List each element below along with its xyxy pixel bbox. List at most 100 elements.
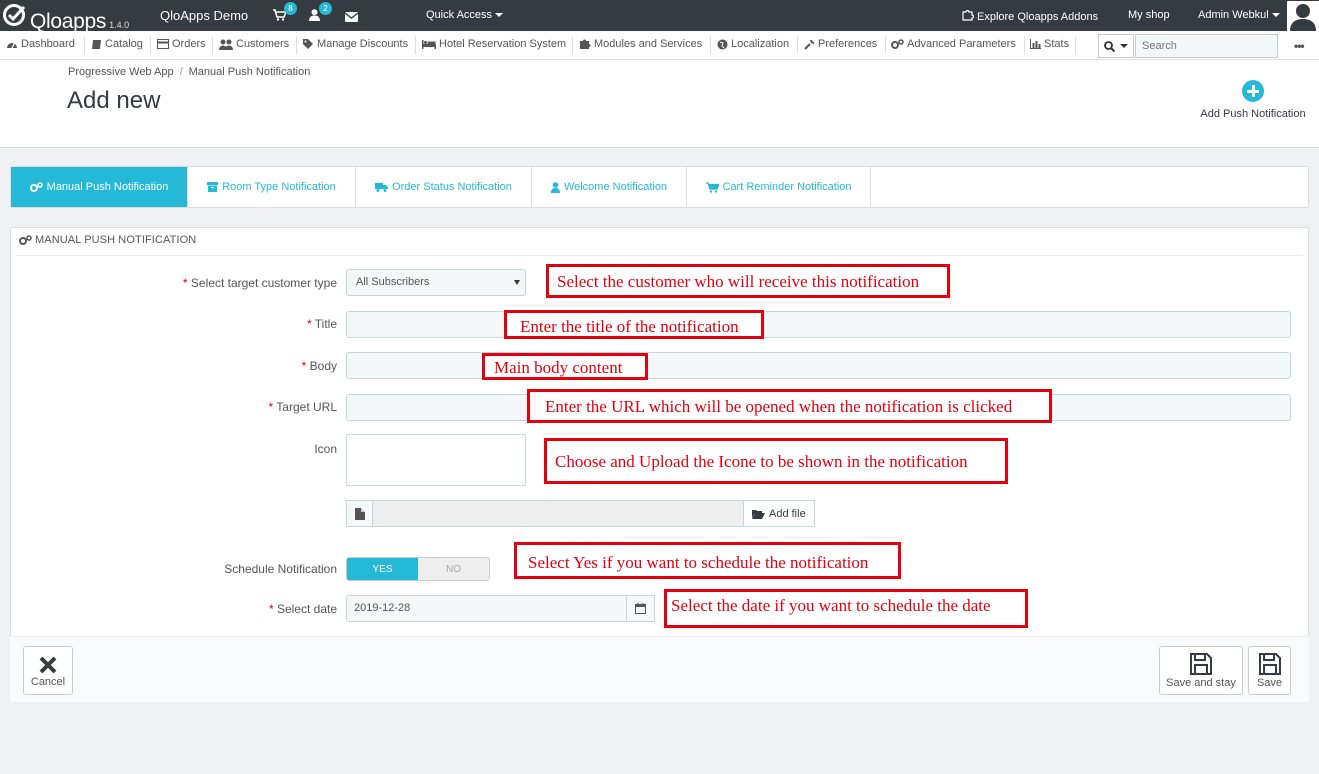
file-name-field[interactable] [373,500,743,527]
tab-label: Welcome Notification [563,181,668,193]
target-customer-select[interactable]: All Subscribers [346,269,526,296]
quick-access-label: Quick Access [426,9,493,21]
nav-label: Localization [731,38,790,50]
close-icon [39,656,57,674]
tab-room-type-notification[interactable]: Room Type Notification [188,167,356,207]
body-label: * Body [301,359,337,373]
target-customer-label: * Select target customer type [182,276,337,290]
title-input[interactable] [346,311,1291,338]
nav-item-customers[interactable]: Customers [219,38,289,50]
calendar-button[interactable] [627,595,655,622]
nav-item-localization[interactable]: Localization [717,38,789,50]
user-icon [550,181,560,193]
tab-cart-reminder-notification[interactable]: Cart Reminder Notification [687,167,871,207]
archive-icon [207,182,219,192]
cogs-icon [29,181,43,192]
annotation-url: Enter the URL which will be opened when … [527,389,1052,423]
cancel-button[interactable]: Cancel [23,646,73,695]
admin-name: Admin Webkul [1198,9,1269,21]
credit-card-icon [157,39,169,49]
icon-label: Icon [314,442,337,456]
bar-chart-icon [1030,39,1041,49]
customers-badge: 2 [319,2,332,15]
save-icon [1190,653,1212,675]
nav-label: Modules and Services [594,38,703,50]
nav-item-preferences[interactable]: Preferences [804,38,877,50]
cart-badge: 8 [284,2,297,15]
caret-down-icon [1271,13,1280,18]
tab-order-status-notification[interactable]: Order Status Notification [356,167,532,207]
customers-icon[interactable] [309,9,320,24]
file-upload: Add file [346,500,815,527]
nav-item-catalog[interactable]: Catalog [91,38,143,50]
breadcrumb-parent[interactable]: Progressive Web App [68,66,174,78]
my-shop-link[interactable]: My shop [1128,9,1170,21]
annotation-title: Enter the title of the notification [504,310,764,339]
tab-manual-push-notification[interactable]: Manual Push Notification [11,167,188,207]
date-picker: 2019-12-28 [346,595,655,622]
nav-label: Orders [172,38,206,50]
globe-icon [717,39,728,49]
save-and-stay-button[interactable]: Save and stay [1159,646,1243,695]
nav-item-stats[interactable]: Stats [1030,38,1069,50]
puzzle-icon [962,9,975,24]
add-push-notification-button[interactable]: Add Push Notification [1195,80,1311,120]
schedule-notification-label: Schedule Notification [224,562,337,576]
save-and-stay-label: Save and stay [1166,677,1236,689]
nav-item-hotel-reservation[interactable]: Hotel Reservation System [422,38,566,50]
panel-footer [10,636,1309,702]
nav-item-dashboard[interactable]: Dashboard [6,38,75,50]
add-file-label: Add file [769,507,806,520]
admin-menu[interactable]: Admin Webkul [1198,9,1280,21]
schedule-toggle[interactable]: YES NO [346,557,490,581]
notification-tabs: Manual Push Notification Room Type Notif… [10,166,1309,208]
add-file-button[interactable]: Add file [743,500,815,527]
annotation-body: Main body content [482,353,648,380]
shop-name[interactable]: QloApps Demo [160,8,248,23]
title-label: * Title [306,317,337,331]
search-input[interactable] [1135,34,1278,58]
nav-label: Stats [1044,38,1070,50]
envelope-icon[interactable] [344,11,359,25]
tab-label: Room Type Notification [222,181,336,193]
logo[interactable]: Qloapps 1.4.0 [2,3,129,34]
more-menu-icon[interactable]: ••• [1294,39,1305,53]
avatar[interactable] [1287,1,1319,31]
schedule-yes-option[interactable]: YES [347,558,418,580]
icon-preview [346,434,526,486]
nav-item-manage-discounts[interactable]: Manage Discounts [302,38,408,50]
search-type-button[interactable] [1098,34,1134,58]
tab-label: Order Status Notification [392,181,512,193]
explore-addons-link[interactable]: Explore Qloapps Addons [962,9,1098,24]
nav-label: Hotel Reservation System [439,38,567,50]
annotation-icon: Choose and Upload the Icone to be shown … [544,438,1008,484]
cogs-icon [19,234,32,245]
caret-down-icon [495,13,504,18]
page-header: Progressive Web App / Manual Push Notifica… [0,60,1319,148]
book-icon [92,39,101,49]
target-url-label: * Target URL [268,400,338,414]
nav-label: Customers [236,38,290,50]
caret-down-icon [514,280,520,285]
nav-item-advanced-parameters[interactable]: Advanced Parameters [891,38,1016,50]
save-button[interactable]: Save [1248,646,1291,695]
panel-title: MANUAL PUSH NOTIFICATION [35,234,197,246]
tag-icon [303,39,313,49]
page-title: Add new [67,87,161,114]
breadcrumb-current: Manual Push Notification [188,66,311,78]
nav-item-orders[interactable]: Orders [157,38,206,50]
search-icon [1104,40,1115,52]
tab-label: Cart Reminder Notification [722,181,852,193]
date-input[interactable]: 2019-12-28 [346,595,627,622]
quick-access-menu[interactable]: Quick Access [426,9,504,21]
tab-welcome-notification[interactable]: Welcome Notification [532,167,687,207]
tab-label: Manual Push Notification [46,181,169,193]
wrench-icon [804,39,815,50]
nav-item-modules-services[interactable]: Modules and Services [579,38,702,50]
save-label: Save [1256,677,1283,689]
annotation-schedule: Select Yes if you want to schedule the n… [514,542,901,579]
calendar-icon [635,603,646,614]
schedule-no-option[interactable]: NO [418,558,489,580]
puzzle-icon [580,39,591,49]
target-customer-value: All Subscribers [356,276,430,288]
